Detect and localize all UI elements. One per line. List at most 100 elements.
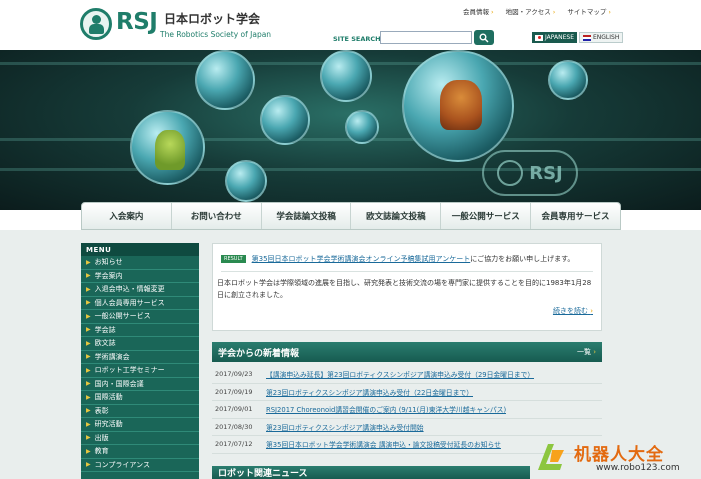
top-links: 会員情報 › 地図・アクセス › サイトマップ ›	[463, 6, 611, 16]
arrow-right-icon: ›	[593, 348, 596, 356]
society-name-ja[interactable]: 日本ロボット学会	[164, 10, 260, 27]
sidebar-menu: MENU ▶ お知らせ ▶ 学会案内 ▶ 入退会申込・情報変更 ▶ 個人会員専用サービス…	[81, 243, 199, 479]
sidebar-item-international[interactable]: ▶ 国際活動	[81, 391, 199, 405]
divider	[221, 271, 593, 272]
top-link-member-info[interactable]: 会員情報 ›	[463, 6, 494, 16]
arrow-right-icon: ▶	[86, 339, 91, 347]
robot-bubble-image	[548, 60, 588, 100]
site-search-label: SITE SEARCH	[333, 35, 381, 43]
news-date: 2017/08/30	[215, 422, 253, 431]
news-section-title: 学会からの新着情報	[218, 348, 300, 359]
uk-flag-icon	[583, 34, 591, 41]
society-description: 日本ロボット学会は学際領域の進展を目指し、研究発表と技術交流の場を専門家に提供す…	[217, 279, 592, 299]
sidebar-item-about[interactable]: ▶ 学会案内	[81, 270, 199, 283]
logo-text[interactable]: RSJ	[116, 9, 158, 35]
arrow-right-icon: ›	[608, 8, 611, 16]
robot-logo-icon	[538, 444, 564, 470]
sidebar-item-seminar[interactable]: ▶ ロボット工学セミナー	[81, 364, 199, 378]
sidebar-item-research[interactable]: ▶ 研究活動	[81, 418, 199, 432]
arrow-right-icon: ▶	[86, 353, 91, 361]
watermark: 机器人大全 www.robo123.com	[530, 438, 701, 479]
nav-english-journal-submission[interactable]: 欧文誌論文投稿	[351, 203, 442, 229]
news-date: 2017/09/23	[215, 370, 253, 379]
arrow-right-icon: ▶	[86, 434, 91, 442]
site-search-input[interactable]	[380, 31, 472, 44]
sidebar-item-journal[interactable]: ▶ 学会誌	[81, 324, 199, 337]
news-item: 2017/08/30 第23回ロボティクスシンポジア講演申込み受付開始	[212, 419, 602, 436]
sidebar-item-conference[interactable]: ▶ 学術講演会	[81, 351, 199, 364]
arrow-right-icon: ›	[590, 307, 593, 315]
arrow-right-icon: ▶	[86, 447, 91, 455]
sidebar-item-news[interactable]: ▶ お知らせ	[81, 256, 199, 270]
news-item: 2017/09/23 【講演申込み延長】第23回ロボティクスシンポジア講演申込み…	[212, 366, 602, 384]
arrow-right-icon: ▶	[86, 326, 91, 334]
arrow-right-icon: ▶	[86, 461, 91, 469]
sidebar-item-education[interactable]: ▶ 教育	[81, 445, 199, 459]
arrow-right-icon: ▶	[86, 407, 91, 415]
sidebar-item-publications[interactable]: ▶ 出版	[81, 432, 199, 445]
announcement-link[interactable]: 第35回日本ロボット学会学術講演会オンライン予稿集試用アンケート	[252, 255, 471, 263]
sidebar-item-public-services[interactable]: ▶ 一般公開サービス	[81, 310, 199, 324]
main-navigation: 入会案内 お問い合わせ 学会誌論文投稿 欧文誌論文投稿 一般公開サービス 会員専…	[81, 202, 621, 230]
arrow-right-icon: ▶	[86, 299, 91, 307]
news-link[interactable]: RSJ2017 Choreonoid講習会開催のご案内 (9/11(月)東洋大学…	[266, 404, 506, 414]
news-item: 2017/09/19 第23回ロボティクスシンポジア講演申込み受付（22日金曜日…	[212, 384, 602, 401]
search-button[interactable]	[474, 30, 494, 45]
robot-bubble-image	[260, 95, 310, 145]
top-link-sitemap[interactable]: サイトマップ ›	[567, 6, 611, 16]
nav-join[interactable]: 入会案内	[82, 203, 172, 229]
arrow-right-icon: ▶	[86, 366, 91, 374]
news-date: 2017/09/19	[215, 387, 253, 396]
arrow-right-icon: ▶	[86, 272, 91, 280]
announcement-box: RESULT 第35回日本ロボット学会学術講演会オンライン予稿集試用アンケートに…	[212, 243, 602, 331]
robot-bubble-image	[345, 110, 379, 144]
news-link[interactable]: 第23回ロボティクスシンポジア講演申込み受付開始	[266, 422, 424, 432]
news-date: 2017/07/12	[215, 440, 253, 449]
robot-bubble-image	[320, 50, 372, 102]
sidebar-item-membership[interactable]: ▶ 入退会申込・情報変更	[81, 283, 199, 297]
robot-bubble-image	[225, 160, 267, 202]
arrow-right-icon: ▶	[86, 285, 91, 293]
news-item: 2017/09/01 RSJ2017 Choreonoid講習会開催のご案内 (…	[212, 401, 602, 419]
news-link[interactable]: 第23回ロボティクスシンポジア講演申込み受付（22日金曜日まで）	[266, 387, 473, 397]
robot-bubble-image	[195, 50, 255, 110]
read-more-link[interactable]: 続きを読む ›	[553, 306, 593, 316]
lang-english-button[interactable]: ENGLISH	[579, 32, 624, 43]
sidebar-item-english-journal[interactable]: ▶ 欧文誌	[81, 337, 199, 351]
arrow-right-icon: ›	[490, 8, 494, 16]
site-header: RSJ 日本ロボット学会 The Robotics Society of Jap…	[0, 0, 701, 50]
sidebar-item-meetings[interactable]: ▶ 国内・国際会議	[81, 378, 199, 391]
society-name-en: The Robotics Society of Japan	[160, 30, 272, 39]
search-icon	[479, 33, 489, 42]
arrow-right-icon: ▶	[86, 312, 91, 320]
announcement-suffix: にご協力をお願い申し上げます。	[470, 255, 575, 263]
rsj-logo-icon[interactable]	[80, 8, 112, 40]
news-all-link[interactable]: 一覧 ›	[577, 347, 596, 357]
top-link-access[interactable]: 地図・アクセス ›	[506, 6, 556, 16]
news-date: 2017/09/01	[215, 405, 253, 414]
arrow-right-icon: ▶	[86, 380, 91, 388]
nav-public-services[interactable]: 一般公開サービス	[441, 203, 532, 229]
rsj-emblem-badge: RSJ	[482, 150, 578, 196]
japan-flag-icon	[535, 34, 543, 41]
watermark-site-name: 机器人大全	[574, 445, 664, 465]
new-badge: RESULT	[221, 255, 246, 263]
watermark-url: www.robo123.com	[596, 463, 680, 473]
sidebar-title: MENU	[81, 243, 199, 256]
arrow-right-icon: ▶	[86, 393, 91, 401]
nav-member-services[interactable]: 会員専用サービス	[531, 203, 620, 229]
arrow-right-icon: ▶	[86, 420, 91, 428]
news-link[interactable]: 第35回日本ロボット学会学術講演会 講演申込・論文投稿受付延長のお知らせ	[266, 439, 501, 449]
news-section-header: 学会からの新着情報 一覧 ›	[212, 342, 602, 362]
arrow-right-icon: ›	[552, 8, 556, 16]
lang-japanese-button[interactable]: JAPANESE	[532, 32, 577, 43]
sidebar-item-awards[interactable]: ▶ 表彰	[81, 405, 199, 418]
robot-news-section-title: ロボット関連ニュース	[212, 466, 530, 479]
arrow-right-icon: ▶	[86, 258, 91, 266]
nav-journal-submission[interactable]: 学会誌論文投稿	[262, 203, 352, 229]
news-link[interactable]: 【講演申込み延長】第23回ロボティクスシンポジア講演申込み受付（29日金曜日まで…	[266, 369, 534, 379]
nav-contact[interactable]: お問い合わせ	[172, 203, 262, 229]
hero-banner: RSJ	[0, 50, 701, 210]
sidebar-item-member-services[interactable]: ▶ 個人会員専用サービス	[81, 297, 199, 310]
sidebar-item-compliance[interactable]: ▶ コンプライアンス	[81, 459, 199, 472]
